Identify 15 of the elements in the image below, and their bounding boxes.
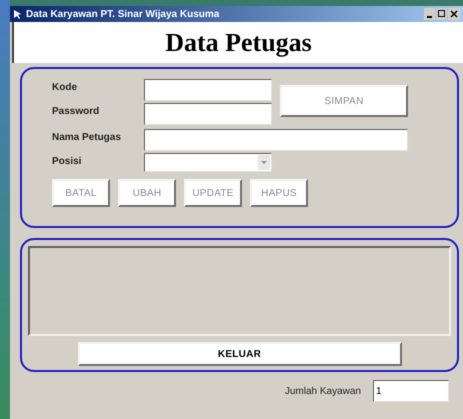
window-controls-icon[interactable] [424, 8, 460, 20]
text-field[interactable] [144, 129, 408, 151]
text-field[interactable] [144, 103, 272, 125]
field-label: Password [51, 105, 100, 119]
app-icon [13, 9, 23, 19]
exit-button[interactable]: KELUAR [78, 342, 402, 366]
dropdown-field[interactable] [144, 153, 272, 172]
field-label: Posisi [51, 155, 82, 169]
field-label: Nama Petugas [51, 131, 122, 145]
page-heading: Data Petugas [165, 27, 312, 59]
count-label: Jumlah Kayawan [284, 384, 361, 398]
field-label: Kode [51, 81, 78, 95]
window-title: Data Karyawan PT. Sinar Wijaya Kusuma [26, 8, 220, 22]
count-field[interactable]: 1 [373, 380, 449, 402]
text-field[interactable] [144, 79, 272, 101]
